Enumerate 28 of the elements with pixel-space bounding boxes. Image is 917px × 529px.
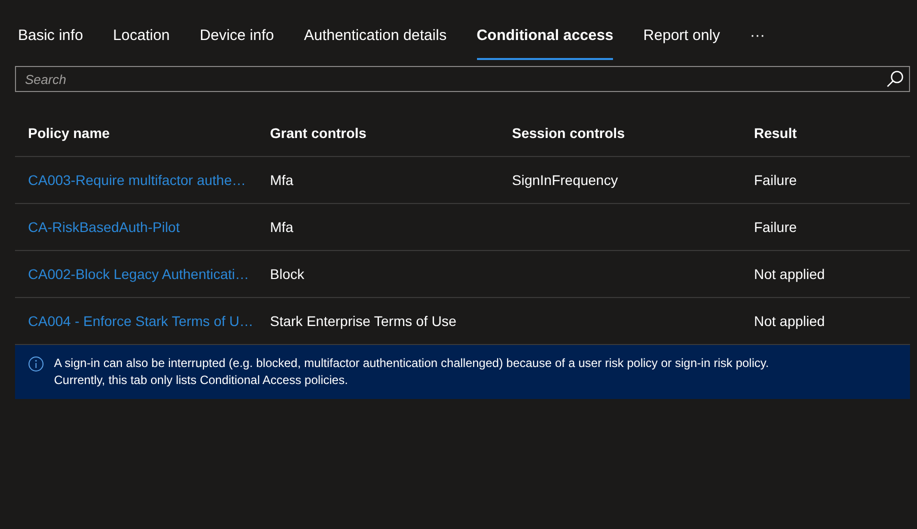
policy-link[interactable]: CA002-Block Legacy Authenticati… <box>28 266 270 282</box>
tab[interactable]: Basic info <box>3 0 98 62</box>
table-cell-text: Mfa <box>270 219 294 235</box>
tab[interactable]: Conditional access <box>462 0 628 62</box>
tab[interactable]: ··· <box>735 0 780 62</box>
column-header: Result <box>754 125 798 141</box>
policy-link[interactable]: CA003-Require multifactor authe… <box>28 172 270 188</box>
table-cell-text: Stark Enterprise Terms of Use <box>270 313 458 329</box>
column-header: Session controls <box>512 125 626 141</box>
search-icon <box>886 70 904 88</box>
table-cell-text: SignInFrequency <box>512 172 619 188</box>
column-header: Grant controls <box>270 125 368 141</box>
table-cell-text: Failure <box>754 172 798 188</box>
policy-link[interactable]: CA-RiskBasedAuth-Pilot <box>28 219 270 235</box>
table-cell-text: Failure <box>754 219 798 235</box>
policy-link[interactable]: CA004 - Enforce Stark Terms of U… <box>28 313 270 329</box>
tab[interactable]: Device info <box>184 0 289 62</box>
search-field[interactable]: Search <box>15 66 910 92</box>
info-icon <box>28 356 44 372</box>
tab[interactable]: Location <box>98 0 185 62</box>
table-cell-text: Not applied <box>754 313 826 329</box>
column-header: Policy name <box>28 125 111 141</box>
table-cell-text: Not applied <box>754 266 826 282</box>
table-cell-text: Mfa <box>270 172 294 188</box>
tab[interactable]: Report only <box>628 0 736 62</box>
table-cell-text: Block <box>270 266 306 282</box>
tab[interactable]: Authentication details <box>288 0 462 62</box>
info-message: A sign-in can also be interrupted (e.g. blocked, multifactor authentication challenged) because of a user risk policy or sign-in risk policy. Currently, this tab only lists Conditional Access policies. <box>54 355 769 389</box>
